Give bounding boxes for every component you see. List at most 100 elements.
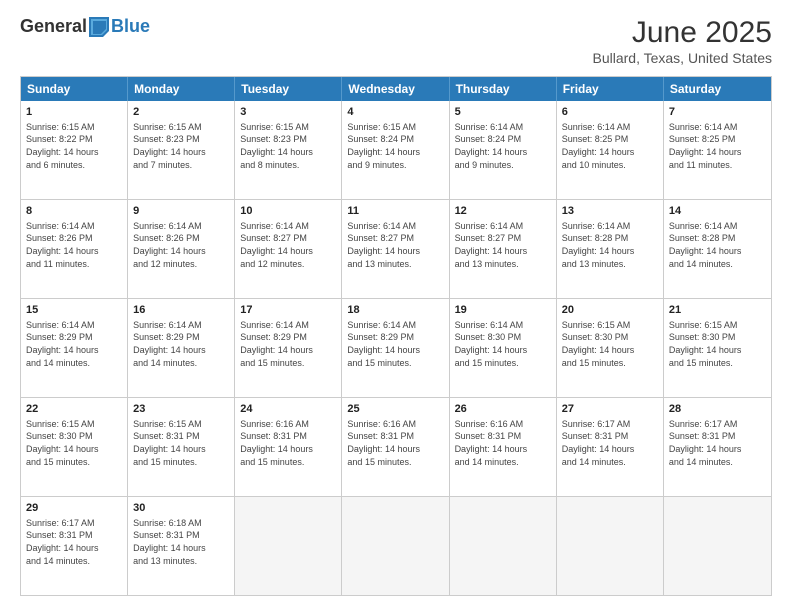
logo-general-text: General [20,16,87,37]
calendar-cell-25: 25Sunrise: 6:16 AM Sunset: 8:31 PM Dayli… [342,398,449,496]
day-info: Sunrise: 6:14 AM Sunset: 8:29 PM Dayligh… [347,319,443,369]
day-number: 12 [455,204,551,219]
calendar-cell-5: 5Sunrise: 6:14 AM Sunset: 8:24 PM Daylig… [450,101,557,199]
day-number: 4 [347,105,443,120]
day-info: Sunrise: 6:16 AM Sunset: 8:31 PM Dayligh… [347,418,443,468]
header-day-thursday: Thursday [450,77,557,101]
calendar-cell-18: 18Sunrise: 6:14 AM Sunset: 8:29 PM Dayli… [342,299,449,397]
calendar-row-1: 8Sunrise: 6:14 AM Sunset: 8:26 PM Daylig… [21,199,771,298]
calendar: SundayMondayTuesdayWednesdayThursdayFrid… [20,76,772,596]
header: General Blue June 2025 Bullard, Texas, U… [20,16,772,66]
day-number: 5 [455,105,551,120]
header-day-wednesday: Wednesday [342,77,449,101]
calendar-cell-15: 15Sunrise: 6:14 AM Sunset: 8:29 PM Dayli… [21,299,128,397]
calendar-cell-11: 11Sunrise: 6:14 AM Sunset: 8:27 PM Dayli… [342,200,449,298]
calendar-cell-14: 14Sunrise: 6:14 AM Sunset: 8:28 PM Dayli… [664,200,771,298]
day-info: Sunrise: 6:15 AM Sunset: 8:30 PM Dayligh… [26,418,122,468]
day-number: 17 [240,303,336,318]
calendar-cell-7: 7Sunrise: 6:14 AM Sunset: 8:25 PM Daylig… [664,101,771,199]
day-info: Sunrise: 6:14 AM Sunset: 8:25 PM Dayligh… [669,121,766,171]
day-info: Sunrise: 6:16 AM Sunset: 8:31 PM Dayligh… [240,418,336,468]
calendar-cell-27: 27Sunrise: 6:17 AM Sunset: 8:31 PM Dayli… [557,398,664,496]
day-info: Sunrise: 6:15 AM Sunset: 8:24 PM Dayligh… [347,121,443,171]
month-title: June 2025 [592,16,772,50]
calendar-cell-29: 29Sunrise: 6:17 AM Sunset: 8:31 PM Dayli… [21,497,128,595]
logo-blue-text: Blue [111,16,150,37]
subtitle: Bullard, Texas, United States [592,50,772,66]
calendar-cell-3: 3Sunrise: 6:15 AM Sunset: 8:23 PM Daylig… [235,101,342,199]
day-info: Sunrise: 6:14 AM Sunset: 8:24 PM Dayligh… [455,121,551,171]
day-info: Sunrise: 6:14 AM Sunset: 8:25 PM Dayligh… [562,121,658,171]
day-info: Sunrise: 6:15 AM Sunset: 8:30 PM Dayligh… [562,319,658,369]
calendar-cell-empty-4-5 [557,497,664,595]
calendar-cell-17: 17Sunrise: 6:14 AM Sunset: 8:29 PM Dayli… [235,299,342,397]
day-number: 8 [26,204,122,219]
day-number: 27 [562,402,658,417]
day-info: Sunrise: 6:14 AM Sunset: 8:27 PM Dayligh… [347,220,443,270]
day-info: Sunrise: 6:15 AM Sunset: 8:22 PM Dayligh… [26,121,122,171]
header-day-tuesday: Tuesday [235,77,342,101]
calendar-body: 1Sunrise: 6:15 AM Sunset: 8:22 PM Daylig… [21,101,771,595]
day-number: 13 [562,204,658,219]
day-number: 19 [455,303,551,318]
calendar-cell-28: 28Sunrise: 6:17 AM Sunset: 8:31 PM Dayli… [664,398,771,496]
calendar-cell-24: 24Sunrise: 6:16 AM Sunset: 8:31 PM Dayli… [235,398,342,496]
calendar-cell-9: 9Sunrise: 6:14 AM Sunset: 8:26 PM Daylig… [128,200,235,298]
day-info: Sunrise: 6:14 AM Sunset: 8:26 PM Dayligh… [133,220,229,270]
day-number: 28 [669,402,766,417]
calendar-row-0: 1Sunrise: 6:15 AM Sunset: 8:22 PM Daylig… [21,101,771,199]
calendar-cell-30: 30Sunrise: 6:18 AM Sunset: 8:31 PM Dayli… [128,497,235,595]
day-number: 22 [26,402,122,417]
calendar-cell-6: 6Sunrise: 6:14 AM Sunset: 8:25 PM Daylig… [557,101,664,199]
day-info: Sunrise: 6:17 AM Sunset: 8:31 PM Dayligh… [669,418,766,468]
day-number: 16 [133,303,229,318]
calendar-cell-8: 8Sunrise: 6:14 AM Sunset: 8:26 PM Daylig… [21,200,128,298]
calendar-cell-empty-4-3 [342,497,449,595]
logo-icon [89,17,109,37]
day-info: Sunrise: 6:18 AM Sunset: 8:31 PM Dayligh… [133,517,229,567]
day-info: Sunrise: 6:14 AM Sunset: 8:28 PM Dayligh… [669,220,766,270]
day-number: 23 [133,402,229,417]
page: General Blue June 2025 Bullard, Texas, U… [0,0,792,612]
header-day-monday: Monday [128,77,235,101]
day-number: 21 [669,303,766,318]
day-info: Sunrise: 6:15 AM Sunset: 8:23 PM Dayligh… [133,121,229,171]
day-number: 7 [669,105,766,120]
day-number: 20 [562,303,658,318]
day-number: 24 [240,402,336,417]
calendar-cell-empty-4-4 [450,497,557,595]
day-number: 29 [26,501,122,516]
calendar-cell-21: 21Sunrise: 6:15 AM Sunset: 8:30 PM Dayli… [664,299,771,397]
day-info: Sunrise: 6:17 AM Sunset: 8:31 PM Dayligh… [562,418,658,468]
header-day-sunday: Sunday [21,77,128,101]
day-info: Sunrise: 6:14 AM Sunset: 8:29 PM Dayligh… [240,319,336,369]
header-day-friday: Friday [557,77,664,101]
day-info: Sunrise: 6:16 AM Sunset: 8:31 PM Dayligh… [455,418,551,468]
calendar-cell-26: 26Sunrise: 6:16 AM Sunset: 8:31 PM Dayli… [450,398,557,496]
day-number: 2 [133,105,229,120]
day-number: 18 [347,303,443,318]
calendar-cell-2: 2Sunrise: 6:15 AM Sunset: 8:23 PM Daylig… [128,101,235,199]
calendar-cell-10: 10Sunrise: 6:14 AM Sunset: 8:27 PM Dayli… [235,200,342,298]
day-info: Sunrise: 6:14 AM Sunset: 8:29 PM Dayligh… [133,319,229,369]
day-info: Sunrise: 6:15 AM Sunset: 8:30 PM Dayligh… [669,319,766,369]
calendar-cell-23: 23Sunrise: 6:15 AM Sunset: 8:31 PM Dayli… [128,398,235,496]
calendar-row-3: 22Sunrise: 6:15 AM Sunset: 8:30 PM Dayli… [21,397,771,496]
day-info: Sunrise: 6:14 AM Sunset: 8:27 PM Dayligh… [455,220,551,270]
day-info: Sunrise: 6:14 AM Sunset: 8:28 PM Dayligh… [562,220,658,270]
day-number: 26 [455,402,551,417]
day-info: Sunrise: 6:17 AM Sunset: 8:31 PM Dayligh… [26,517,122,567]
day-info: Sunrise: 6:14 AM Sunset: 8:26 PM Dayligh… [26,220,122,270]
day-number: 11 [347,204,443,219]
calendar-cell-empty-4-2 [235,497,342,595]
title-section: June 2025 Bullard, Texas, United States [592,16,772,66]
calendar-cell-19: 19Sunrise: 6:14 AM Sunset: 8:30 PM Dayli… [450,299,557,397]
calendar-cell-4: 4Sunrise: 6:15 AM Sunset: 8:24 PM Daylig… [342,101,449,199]
day-info: Sunrise: 6:15 AM Sunset: 8:23 PM Dayligh… [240,121,336,171]
calendar-row-2: 15Sunrise: 6:14 AM Sunset: 8:29 PM Dayli… [21,298,771,397]
day-number: 1 [26,105,122,120]
calendar-cell-empty-4-6 [664,497,771,595]
calendar-row-4: 29Sunrise: 6:17 AM Sunset: 8:31 PM Dayli… [21,496,771,595]
logo: General Blue [20,16,150,37]
day-info: Sunrise: 6:15 AM Sunset: 8:31 PM Dayligh… [133,418,229,468]
